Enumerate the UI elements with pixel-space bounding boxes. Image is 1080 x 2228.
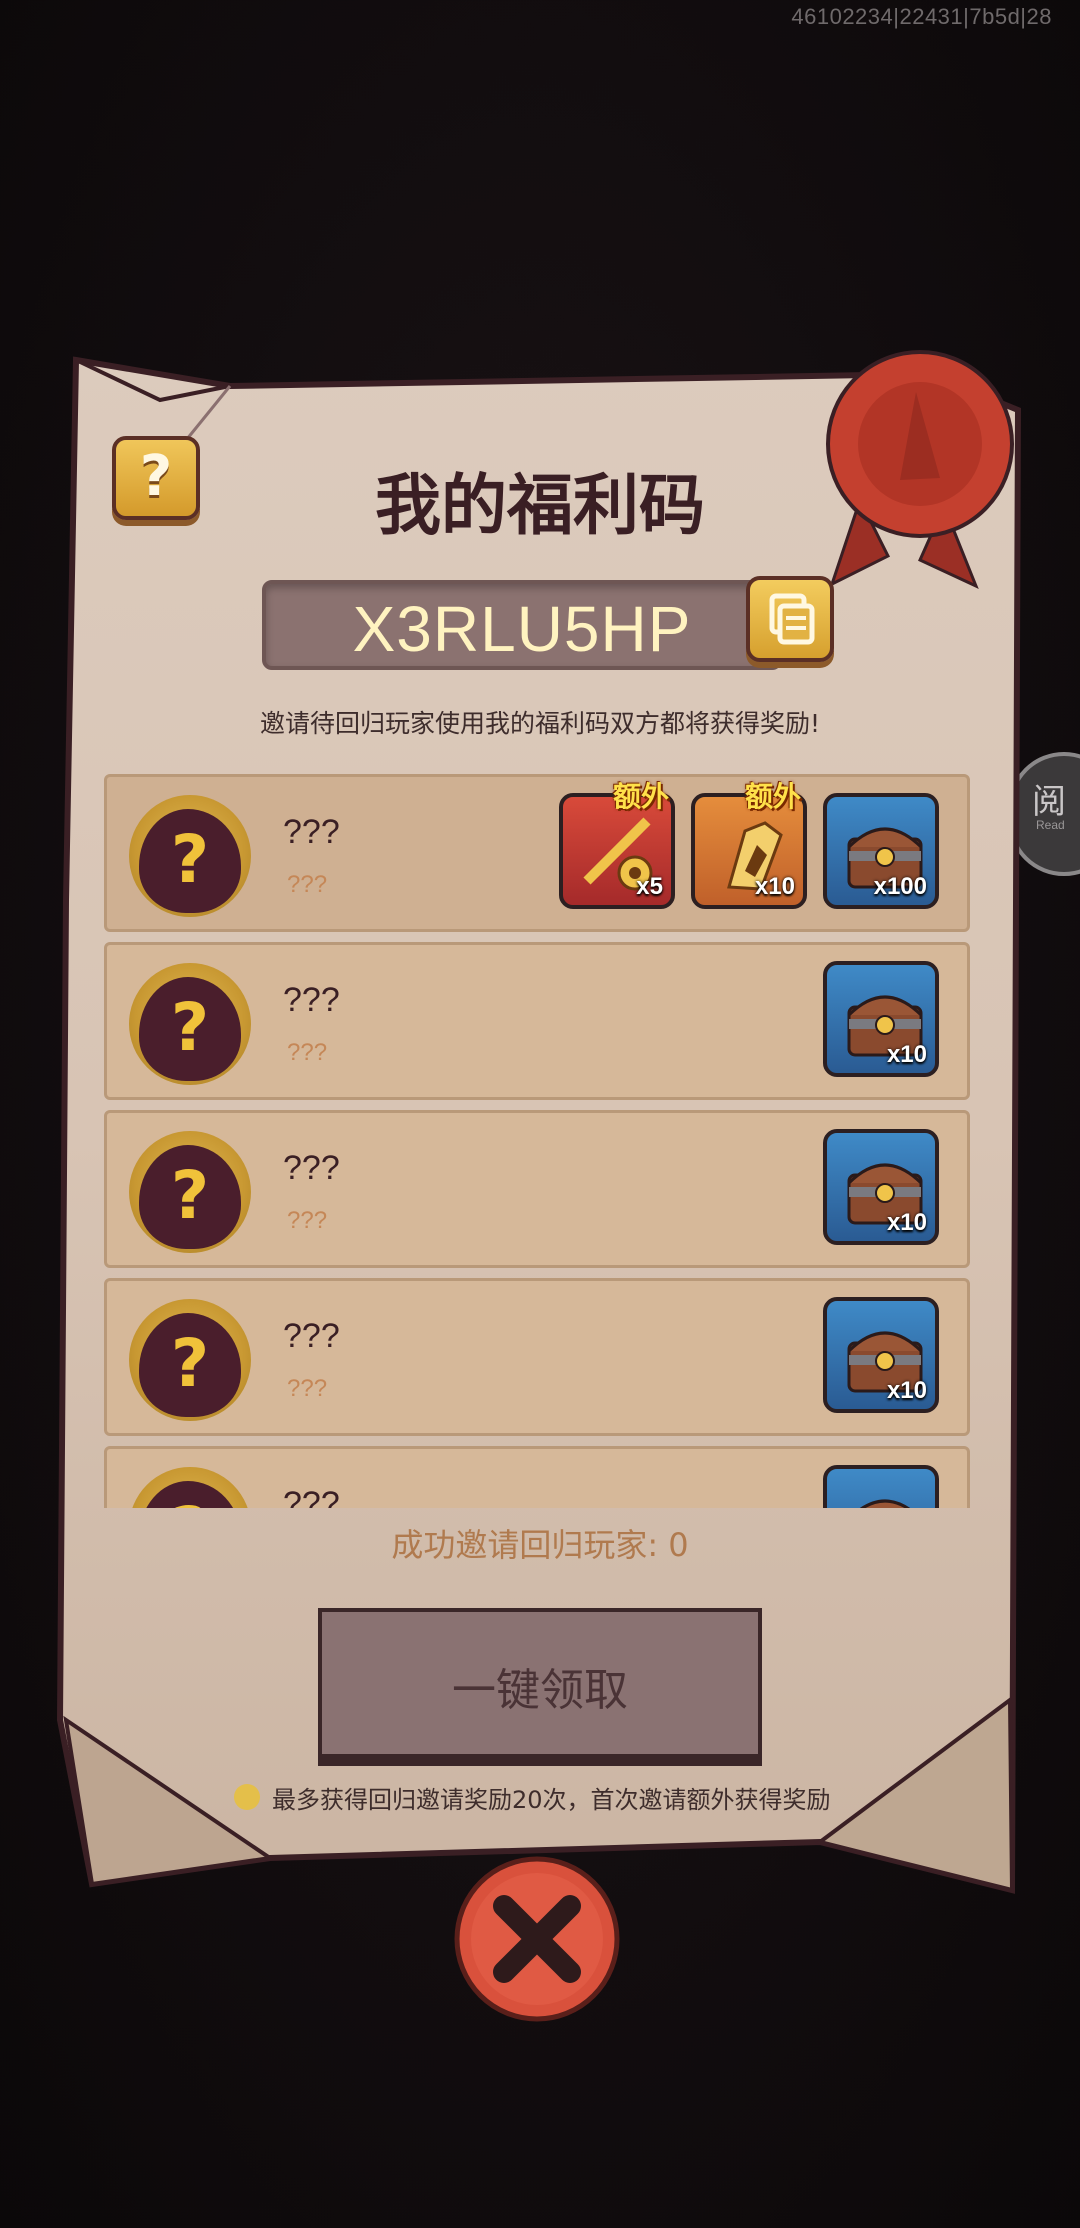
invite-description: 邀请待回归玩家使用我的福利码双方都将获得奖励! [259,709,821,738]
list-item: ? ??? ??? [104,1446,970,1508]
player-name: ??? [283,981,340,1019]
reward-item[interactable]: x10 [823,961,939,1077]
list-item: ? ??? ??? 额外 x5 额外 x10 x100 [104,774,970,932]
reward-qty: x100 [873,873,927,900]
reward-qty: x10 [886,1041,927,1068]
claim-all-label: 一键领取 [452,1665,628,1716]
reward-qty: x10 [886,1377,927,1404]
invite-count: 成功邀请回归玩家: 0 [391,1526,689,1564]
avatar: ? [129,795,251,917]
treasure-chest-icon [860,1499,910,1508]
unknown-player-icon: ? [129,1493,251,1508]
list-item: ? ??? ??? x10 [104,1278,970,1436]
info-icon [234,1784,260,1810]
player-info: ??? [287,1375,328,1402]
player-name: ??? [283,813,340,851]
unknown-player-icon: ? [170,989,210,1066]
reward-item[interactable]: x100 [823,793,939,909]
unknown-player-icon: ? [170,1157,210,1234]
claim-all-button[interactable]: 一键领取 [318,1608,762,1758]
extra-tag: 额外 [745,780,802,813]
welfare-code: X3RLU5HP [352,593,692,665]
player-info: ??? [287,1039,328,1066]
avatar: ? [129,1131,251,1253]
avatar: ? [129,963,251,1085]
list-item: ? ??? ??? x10 [104,942,970,1100]
reward-qty: x10 [886,1209,927,1236]
unknown-player-icon: ? [170,1325,210,1402]
page-title: 我的福利码 [375,467,705,544]
reward-item[interactable]: 额外 x5 [559,780,675,909]
reward-item[interactable] [823,1465,939,1508]
extra-tag: 额外 [613,780,670,813]
list-item: ? ??? ??? x10 [104,1110,970,1268]
reward-item[interactable]: 额外 x10 [691,780,807,909]
player-name: ??? [283,1149,340,1187]
player-info: ??? [287,871,328,898]
player-name: ??? [283,1317,340,1355]
reward-qty: x10 [754,873,795,900]
reward-item[interactable]: x10 [823,1297,939,1413]
avatar: ? [129,1467,251,1508]
reward-item[interactable]: x10 [823,1129,939,1245]
close-icon [454,1856,620,2022]
player-name: ??? [283,1485,340,1508]
unknown-player-icon: ? [170,821,210,898]
close-button[interactable] [452,1856,622,2022]
player-info: ??? [287,1207,328,1234]
reward-limit-note: 最多获得回归邀请奖励20次，首次邀请额外获得奖励 [272,1786,831,1814]
copy-icon [769,593,815,645]
reward-qty: x5 [636,873,663,900]
invite-reward-list[interactable]: ? ??? ??? 额外 x5 额外 x10 x100 ? ??? ??? x1… [104,774,970,1508]
welfare-code-field: X3RLU5HP [262,580,782,670]
copy-code-button[interactable] [746,576,834,662]
avatar: ? [129,1299,251,1421]
